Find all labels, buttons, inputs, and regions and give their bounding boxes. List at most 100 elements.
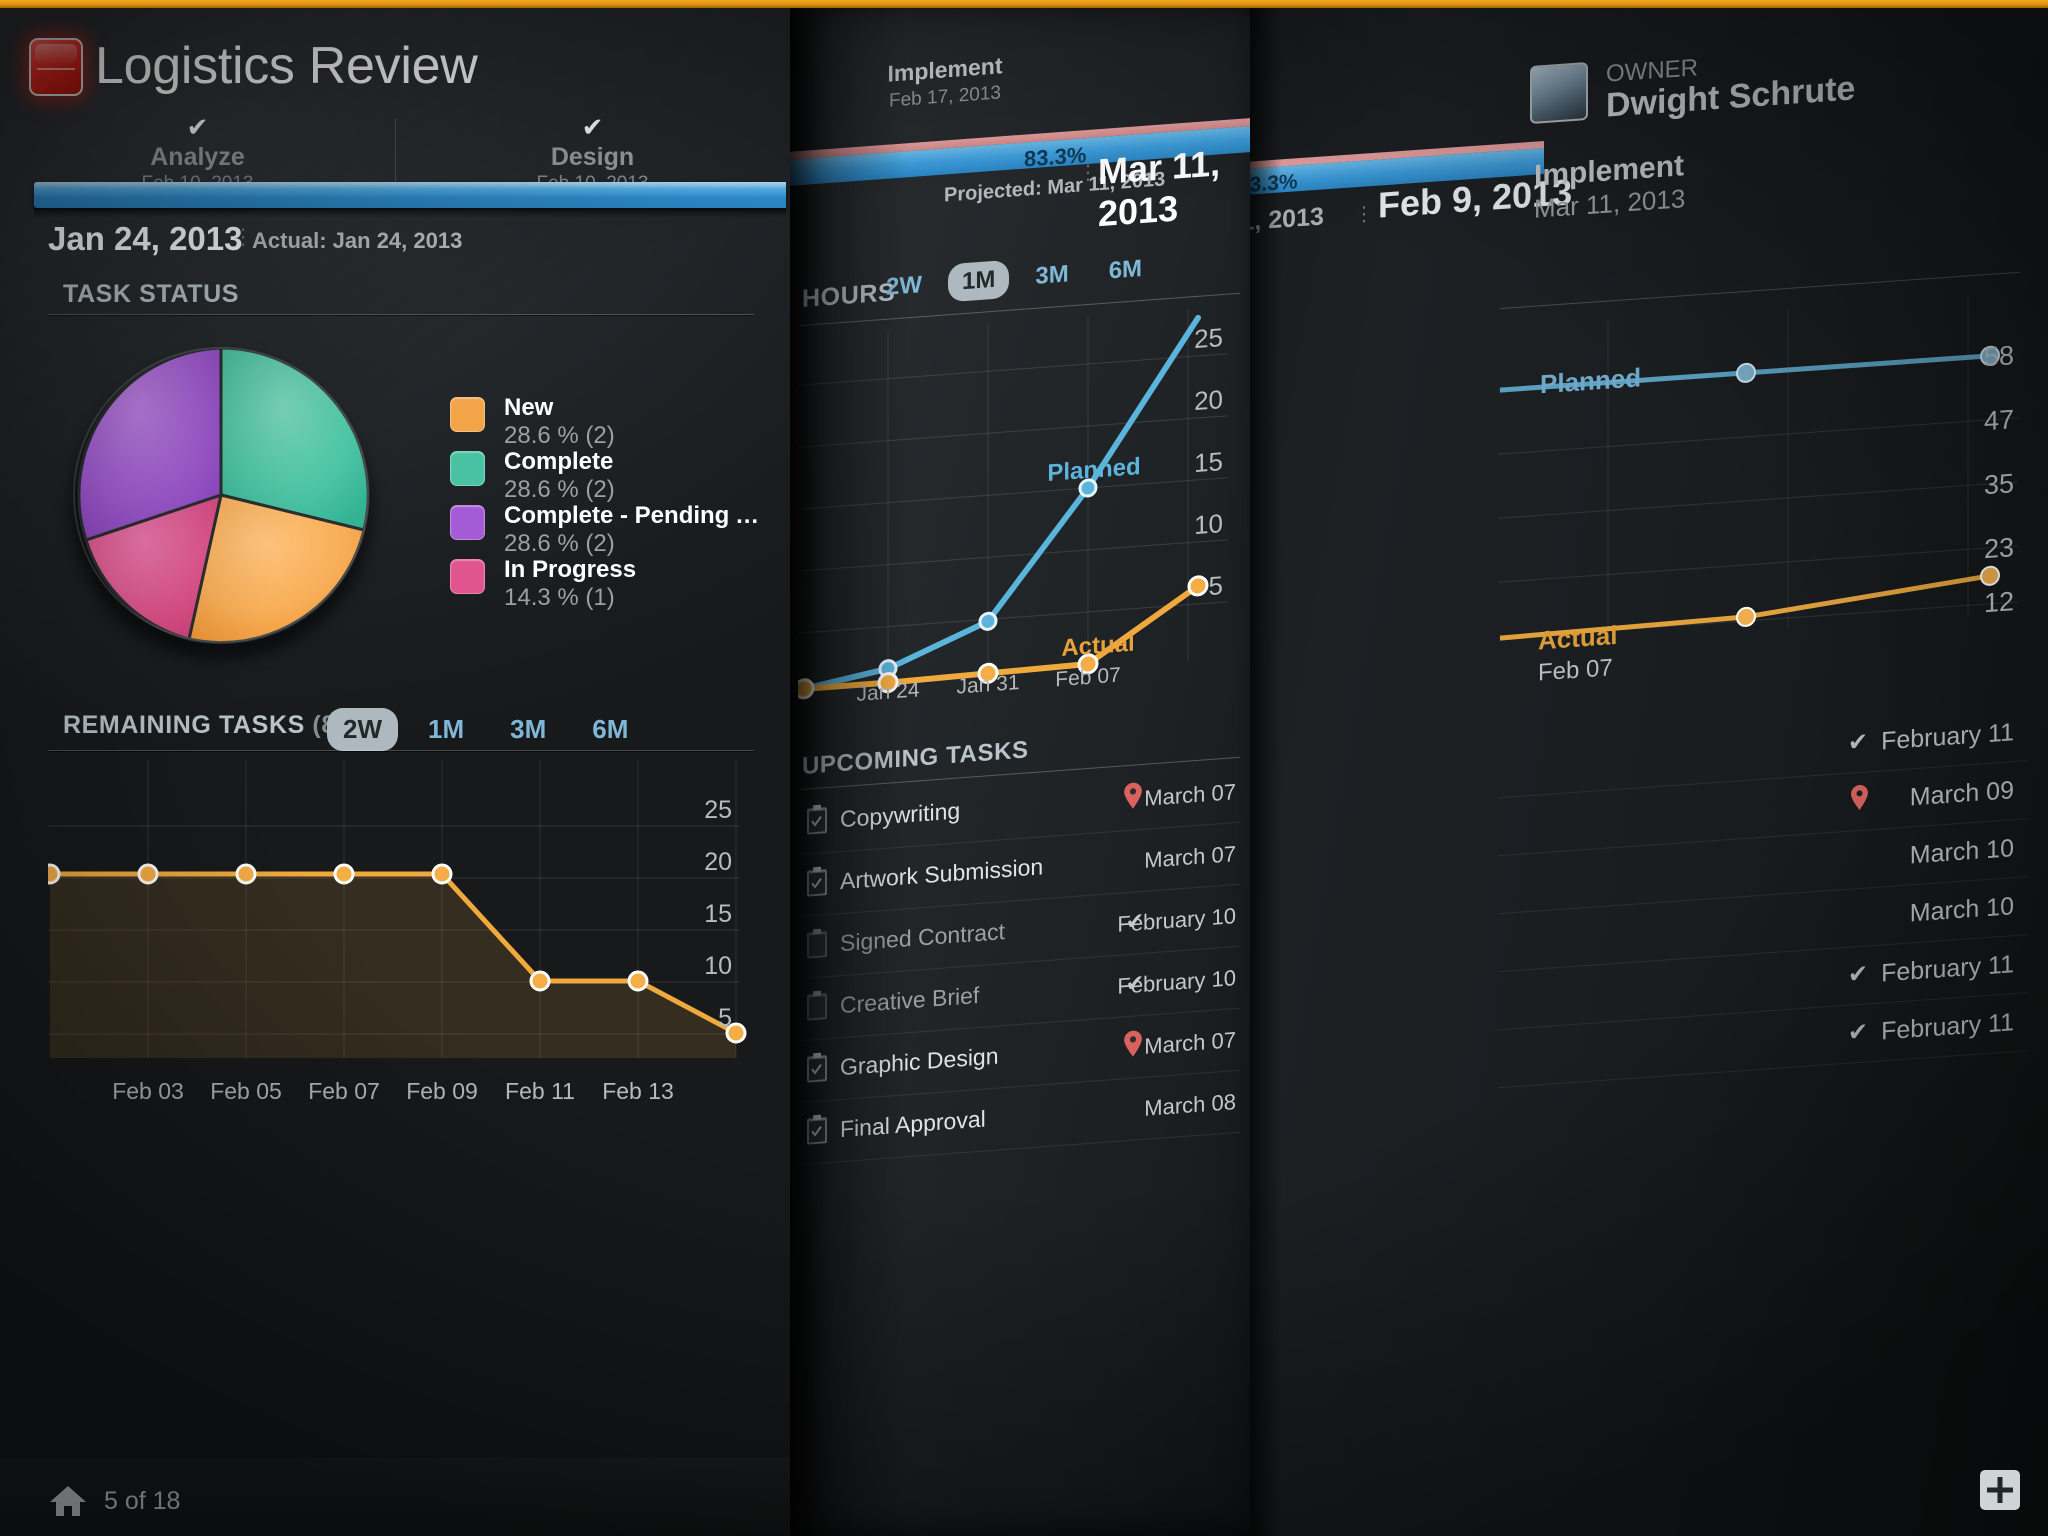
ytick: 25	[704, 796, 732, 824]
pin-icon	[1124, 1030, 1142, 1057]
task-status-pie-chart[interactable]	[62, 342, 380, 660]
ytick: 20	[704, 848, 732, 876]
xtick: Feb 13	[602, 1078, 674, 1104]
range-6m[interactable]: 6M	[576, 708, 644, 751]
legend-swatch	[450, 505, 485, 540]
panel3-chart[interactable]: 58 47 35 23 12 Planned Actual Feb 07	[1498, 291, 2028, 686]
clipboard-icon	[807, 928, 827, 959]
milestone-analyze[interactable]: ✔ Analyze Feb 10, 2013	[0, 114, 395, 194]
owner-block[interactable]: OWNER Dwight Schrute	[1530, 38, 1930, 140]
ytick: 15	[1194, 446, 1223, 478]
ytick: 25	[1194, 322, 1223, 354]
legend-label: In Progress	[504, 556, 637, 583]
progress-percent: 83.3%	[1244, 170, 1298, 198]
task-name: Graphic Design	[840, 1042, 999, 1081]
range-3m[interactable]: 3M	[1021, 254, 1082, 297]
legend-value: 14.3 % (1)	[504, 584, 615, 611]
check-icon: ✔	[581, 112, 604, 142]
legend-item[interactable]: New 28.6 % (2)	[450, 394, 770, 449]
legend-item[interactable]: Complete - Pending App... 28.6 % (2)	[450, 502, 770, 557]
divider	[48, 750, 754, 752]
page-indicator: 5 of 18	[104, 1487, 181, 1515]
legend-swatch	[450, 397, 485, 432]
xtick: Feb 09	[406, 1078, 478, 1104]
xtick: Feb 07	[1055, 663, 1121, 692]
clipboard-icon	[807, 1052, 827, 1083]
task-date: March 07	[1144, 779, 1236, 811]
remaining-tasks-label: REMAINING TASKS	[63, 711, 305, 739]
check-icon: ✔	[1847, 1018, 1868, 1047]
app-icon	[29, 38, 83, 96]
remaining-chart-xaxis: Feb 03 Feb 05 Feb 07 Feb 09 Feb 11 Feb 1…	[48, 1078, 754, 1118]
progress-bar[interactable]	[34, 182, 786, 208]
xtick: Feb 03	[112, 1078, 184, 1104]
panel-detail: Develop Mar 7, 2013 83.3% … 11, 2013 ⋮ F…	[1244, 0, 2048, 1536]
task-date: March 08	[1144, 1089, 1236, 1121]
ytick: 20	[1194, 384, 1223, 416]
range-selector-remaining[interactable]: 2W 1M 3M 6M	[327, 708, 658, 751]
range-selector-hours[interactable]: 2W 1M 3M 6M	[872, 248, 1168, 308]
pin-icon	[1124, 782, 1142, 809]
panel2-current-date: Mar 11, 2013	[1098, 142, 1221, 235]
avatar	[1530, 61, 1588, 125]
check-icon: ✔	[1847, 728, 1868, 757]
footer-bar: 5 of 18	[0, 1458, 790, 1536]
legend-label: New	[504, 394, 554, 421]
xtick: Feb 11	[505, 1078, 575, 1104]
pie	[62, 342, 380, 648]
check-icon: ✔	[1847, 960, 1868, 989]
panel-hours: Implement Feb 17, 2013 83.3% Projected: …	[788, 0, 1250, 1536]
task-name: Creative Brief	[840, 981, 980, 1019]
remaining-tasks-chart[interactable]: 25 20 15 10 5	[39, 760, 754, 1070]
actual-date: Actual: Jan 24, 2013	[252, 228, 463, 253]
xtick: Jan 31	[956, 670, 1020, 699]
add-icon[interactable]	[1978, 1468, 2022, 1512]
xtick: Jan 24	[856, 678, 920, 706]
home-icon[interactable]	[48, 1484, 88, 1518]
legend-label: Complete	[504, 448, 614, 475]
list-item-date: February 11	[1881, 1008, 2014, 1046]
top-accent-rail	[0, 0, 2048, 8]
app-stage: Logistics Review ✔ Analyze Feb 10, 2013 …	[0, 0, 2048, 1536]
list-item-date: February 11	[1881, 718, 2014, 756]
legend-label: Complete - Pending App...	[504, 502, 770, 529]
range-1m[interactable]: 1M	[412, 708, 480, 751]
ytick: 23	[1984, 532, 2014, 564]
legend-item[interactable]: In Progress 14.3 % (1)	[450, 556, 770, 611]
panel-overview: Logistics Review ✔ Analyze Feb 10, 2013 …	[0, 6, 790, 1536]
list-item-date: March 10	[1909, 834, 2014, 870]
ytick: 58	[1984, 340, 2014, 372]
date-separator: ⋮	[1078, 161, 1100, 185]
legend-value: 28.6 % (2)	[504, 530, 615, 557]
milestone-bar: ✔ Analyze Feb 10, 2013 ✔ Design Feb 10, …	[0, 112, 790, 194]
xtick: Feb 07	[1538, 654, 1613, 687]
panel2-milestone[interactable]: Implement Feb 17, 2013	[840, 47, 1050, 117]
ytick: 10	[1194, 508, 1223, 540]
ytick: 15	[704, 900, 732, 928]
planned-series-label: Planned	[1047, 453, 1140, 487]
panel3-chart-svg: 58 47 35 23 12	[1498, 295, 2018, 641]
task-name: Signed Contract	[840, 918, 1005, 957]
range-3m[interactable]: 3M	[494, 708, 562, 751]
range-1m[interactable]: 1M	[948, 259, 1010, 303]
ytick: 35	[1984, 468, 2014, 500]
hours-chart[interactable]: Planned Actual 25 20 15 10 5	[793, 305, 1240, 705]
remaining-tasks-heading: REMAINING TASKS (8)	[63, 711, 345, 740]
legend-item[interactable]: Complete 28.6 % (2)	[450, 448, 770, 503]
milestone-design[interactable]: ✔ Design Feb 10, 2013	[395, 112, 790, 194]
list-item-date: February 11	[1881, 950, 2014, 988]
panel3-sub-date: … 11, 2013	[1244, 202, 1324, 239]
hours-chart-svg: Planned Actual 25 20 15 10 5	[793, 308, 1228, 700]
range-2w[interactable]: 2W	[872, 265, 936, 308]
task-name: Copywriting	[840, 797, 961, 833]
clipboard-icon	[807, 804, 827, 835]
pin-icon	[1851, 784, 1868, 810]
task-date: March 07	[1144, 841, 1236, 873]
range-2w[interactable]: 2W	[327, 708, 398, 751]
range-6m[interactable]: 6M	[1095, 249, 1156, 292]
milestone-name: Design	[550, 143, 635, 171]
upcoming-tasks-list: Copywriting March 07 Artwork Submission	[800, 760, 1240, 1166]
pie-svg	[73, 346, 370, 645]
ytick: 47	[1984, 404, 2014, 436]
page-title: Logistics Review	[95, 37, 478, 95]
